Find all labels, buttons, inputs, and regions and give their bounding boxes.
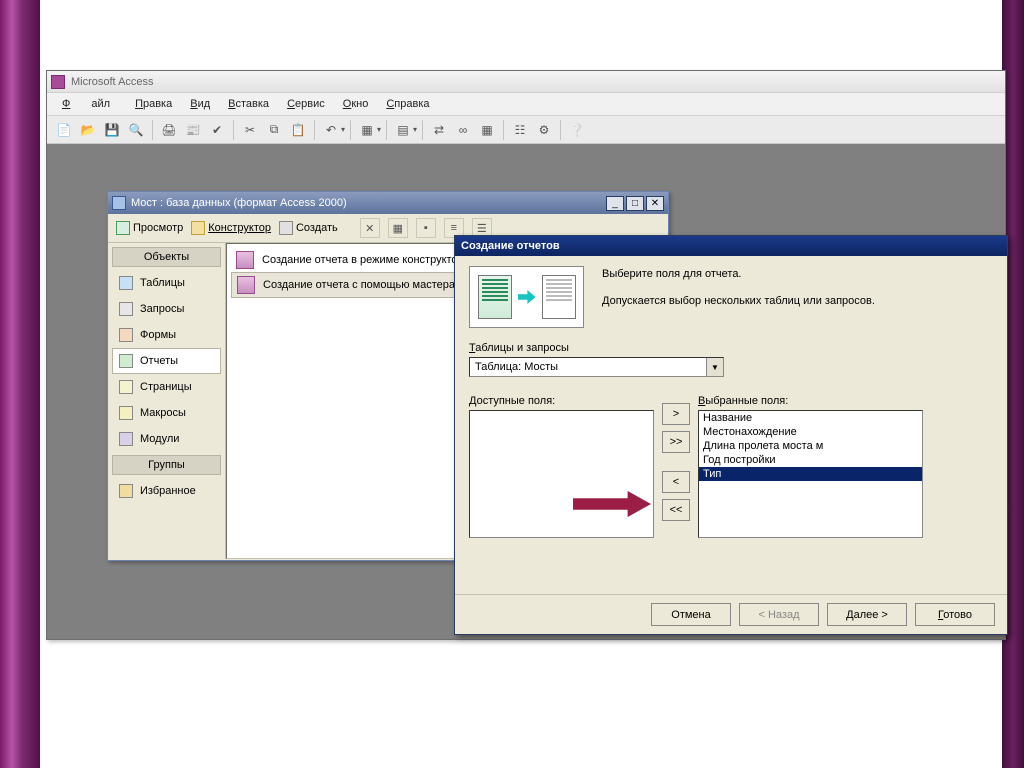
nav-item-queries[interactable]: Запросы [112,296,221,322]
db-titlebar[interactable]: Мост : база данных (формат Access 2000) … [108,192,668,214]
save-icon[interactable]: 💾 [101,119,123,141]
list-row[interactable]: Название [699,411,922,425]
menu-help[interactable]: Справка [379,96,436,112]
menu-view[interactable]: Вид [183,96,217,112]
finish-button[interactable]: Готово [915,603,995,626]
available-label: Доступные поля: [469,395,654,407]
arrow-icon [518,290,536,304]
report-icon [119,354,133,368]
close-button[interactable]: ✕ [646,196,664,211]
slide-decor-left [0,0,40,768]
menubar: Файл Правка Вид Вставка Сервис Окно Спра… [47,93,1005,116]
list-row[interactable]: Год постройки [699,453,922,467]
nav-item-forms[interactable]: Формы [112,322,221,348]
wizard-intro-2: Допускается выбор нескольких таблиц или … [602,293,993,310]
table-icon [119,276,133,290]
print-search-icon[interactable]: 🔍 [125,119,147,141]
new-icon[interactable]: 📄 [53,119,75,141]
minimize-button[interactable]: _ [606,196,624,211]
print-icon[interactable]: 🖨 [158,119,180,141]
open-icon[interactable]: 📂 [77,119,99,141]
menu-edit[interactable]: Правка [128,96,179,112]
main-toolbar: 📄 📂 💾 🔍 🖨 📰 ✔ ✂ ⧉ 📋 ↶▾ ▦▾ ▤▾ ⇄ ∞ ▦ ☷ ⚙ [47,116,1005,144]
menu-tools[interactable]: Сервис [280,96,332,112]
nav-item-reports[interactable]: Отчеты [112,348,221,374]
copy-icon[interactable]: ⧉ [263,119,285,141]
available-fields-list[interactable] [469,410,654,538]
wizard-icon [236,251,254,269]
next-button[interactable]: Далее > [827,603,907,626]
nav-item-pages[interactable]: Страницы [112,374,221,400]
menu-insert[interactable]: Вставка [221,96,276,112]
office-links-icon[interactable]: ▦ [356,119,378,141]
nav-item-favorites[interactable]: Избранное [112,478,221,504]
objects-nav: Объекты Таблицы Запросы Формы Отчеты Стр… [108,243,226,559]
db-window-icon [112,196,126,210]
analyze-icon[interactable]: ▤ [392,119,414,141]
cancel-button[interactable]: Отмена [651,603,731,626]
wizard-graphic [469,266,584,328]
report-wizard-dialog: Создание отчетов Выберите поля для отчет… [454,235,1008,635]
wizard-icon [237,276,255,294]
menu-file[interactable]: Файл [55,96,124,112]
move-all-right-button[interactable]: >> [662,431,690,453]
app-titlebar[interactable]: Microsoft Access [47,71,1005,93]
move-left-button[interactable]: < [662,471,690,493]
query-icon [119,302,133,316]
nav-item-macros[interactable]: Макросы [112,400,221,426]
preview-icon [116,221,130,235]
module-icon [119,432,133,446]
preview-icon[interactable]: 📰 [182,119,204,141]
db-window-title: Мост : база данных (формат Access 2000) [131,197,347,209]
nav-item-modules[interactable]: Модули [112,426,221,452]
create-icon [279,221,293,235]
cut-icon[interactable]: ✂ [239,119,261,141]
wizard-intro-1: Выберите поля для отчета. [602,266,993,283]
selected-fields-list[interactable]: НазваниеМестонахождениеДлина пролета мос… [698,410,923,538]
back-button[interactable]: < Назад [739,603,819,626]
chevron-down-icon[interactable]: ▼ [706,358,723,376]
open-preview-button[interactable]: Просмотр [116,221,183,235]
nav-header-objects: Объекты [112,247,221,267]
spellcheck-icon[interactable]: ✔ [206,119,228,141]
code-icon[interactable]: ▦ [476,119,498,141]
design-icon [191,221,205,235]
link-icon[interactable]: ∞ [452,119,474,141]
list-row[interactable]: Длина пролета моста м [699,439,922,453]
access-app-icon [51,75,65,89]
relationships-icon[interactable]: ⇄ [428,119,450,141]
combo-label: Таблицы и запросы [469,342,993,354]
favorites-icon [119,484,133,498]
macro-icon [119,406,133,420]
delete-icon[interactable]: ✕ [360,218,380,238]
selected-label: Выбранные поля: [698,395,923,407]
create-button[interactable]: Создать [279,221,338,235]
page-icon [119,380,133,394]
list-row[interactable]: Местонахождение [699,425,922,439]
menu-window[interactable]: Окно [336,96,376,112]
paste-icon[interactable]: 📋 [287,119,309,141]
move-right-button[interactable]: > [662,403,690,425]
wizard-footer: Отмена < Назад Далее > Готово [455,594,1007,634]
list-row[interactable]: Тип [699,467,922,481]
nav-item-tables[interactable]: Таблицы [112,270,221,296]
design-button[interactable]: Конструктор [191,221,271,235]
help-icon[interactable]: ❔ [566,119,588,141]
maximize-button[interactable]: □ [626,196,644,211]
form-icon [119,328,133,342]
db-tools-icon[interactable]: ⚙ [533,119,555,141]
properties-icon[interactable]: ☷ [509,119,531,141]
large-icons-icon[interactable]: ▦ [388,218,408,238]
small-icons-icon[interactable]: ▪ [416,218,436,238]
wizard-title: Создание отчетов [461,240,560,252]
app-title: Microsoft Access [71,76,154,88]
tables-queries-combo[interactable]: Таблица: Мосты ▼ [469,357,724,377]
wizard-titlebar[interactable]: Создание отчетов [455,236,1007,256]
nav-header-groups: Группы [112,455,221,475]
undo-icon[interactable]: ↶ [320,119,342,141]
combo-value: Таблица: Мосты [470,361,706,373]
move-all-left-button[interactable]: << [662,499,690,521]
